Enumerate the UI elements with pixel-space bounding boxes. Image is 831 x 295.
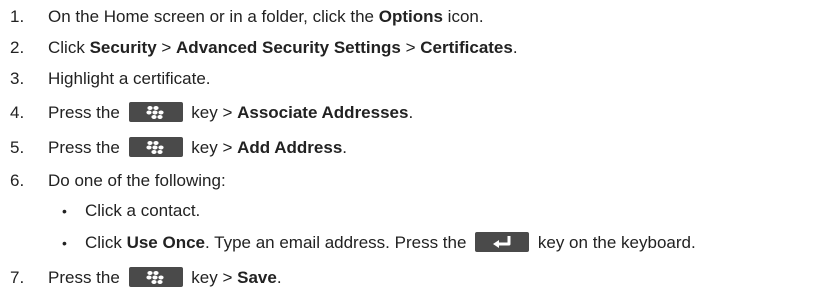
step-number: 4. (10, 103, 25, 122)
use-once-label: Use Once (126, 233, 205, 252)
step-text-part: On the Home screen or in a folder, click… (48, 7, 379, 26)
substep-text: Click Use Once. Type an email address. P… (85, 230, 696, 256)
associate-addresses-label: Associate Addresses (237, 103, 409, 122)
save-label: Save (237, 268, 277, 287)
step-number: 3. (10, 69, 25, 88)
step-text-part: Press the (48, 268, 125, 287)
bullet: • (62, 203, 67, 219)
step-text: On the Home screen or in a folder, click… (48, 4, 484, 30)
step-number: 1. (10, 7, 25, 26)
enter-key-icon (475, 231, 530, 252)
add-address-label: Add Address (237, 138, 343, 157)
step-text-part: . (512, 38, 518, 57)
step-text: Highlight a certificate. (48, 66, 211, 92)
step-text-part: Click a contact. (85, 201, 201, 220)
blackberry-menu-key-icon (128, 136, 183, 157)
step-text-part: Click (48, 38, 90, 57)
step-number: 7. (10, 268, 25, 287)
advanced-security-settings-label: Advanced Security Settings (176, 38, 401, 57)
step-text-part: icon. (442, 7, 484, 26)
step-text-part: . (408, 103, 414, 122)
security-label: Security (89, 38, 157, 57)
step-text: Press the key > Save. (48, 265, 282, 291)
substep-text: Click a contact. (85, 198, 200, 224)
step-text-part: . (342, 138, 348, 157)
step-text-part: . Type an email address. Press the (205, 233, 472, 252)
step-text-part: key on the keyboard. (533, 233, 696, 252)
step-text-part: > (156, 38, 177, 57)
step-number: 2. (10, 38, 25, 57)
step-text-part: Click (85, 233, 127, 252)
step-number: 6. (10, 171, 25, 190)
step-text-part: key > (186, 268, 238, 287)
step-text-part: Highlight a certificate. (48, 69, 211, 88)
step-text-part: key > (186, 138, 238, 157)
bullet: • (62, 235, 67, 251)
blackberry-menu-key-icon (128, 101, 183, 122)
blackberry-menu-key-icon (128, 266, 183, 287)
step-text-part: Press the (48, 103, 125, 122)
certificates-label: Certificates (420, 38, 513, 57)
step-text-part: key > (186, 103, 238, 122)
step-text-part: . (276, 268, 282, 287)
step-number: 5. (10, 138, 25, 157)
step-text-part: > (400, 38, 421, 57)
step-text-part: Press the (48, 138, 125, 157)
step-text: Click Security > Advanced Security Setti… (48, 35, 518, 61)
step-text: Do one of the following: (48, 168, 226, 194)
options-label: Options (378, 7, 443, 26)
step-text-part: Do one of the following: (48, 171, 226, 190)
step-text: Press the key > Associate Addresses. (48, 100, 413, 126)
step-text: Press the key > Add Address. (48, 135, 347, 161)
